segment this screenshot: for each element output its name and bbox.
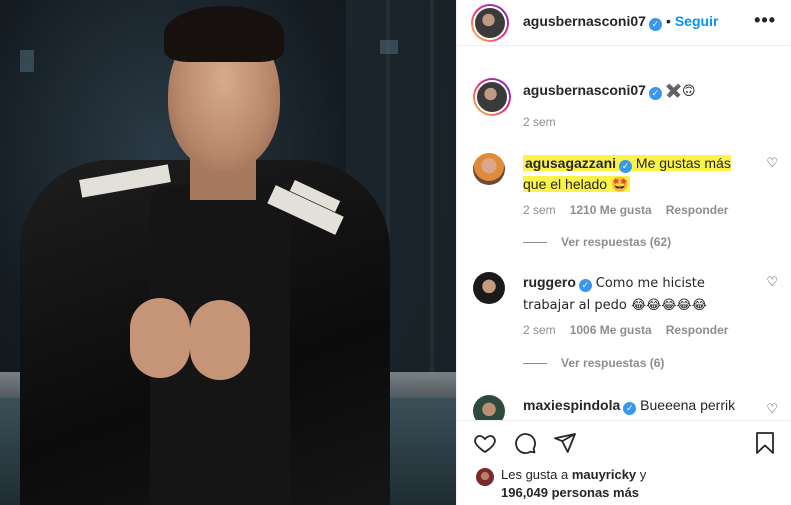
separator-dot: • <box>665 13 671 29</box>
photo-hair <box>164 6 284 62</box>
header-user-line: agusbernasconi07 ✓ • Seguir <box>523 13 718 31</box>
comment-body: ruggero ✓ Como me hiciste trabajar al ped… <box>523 272 753 316</box>
comment-username[interactable]: agusagazzani <box>525 155 616 171</box>
commenter-avatar[interactable] <box>473 272 505 304</box>
comment-like-heart-icon[interactable]: ♡ <box>766 401 778 417</box>
comment-item: maxiespindola ✓ Bueeena perrik ♡ <box>473 395 778 420</box>
action-bar: Les gusta a mauyricky y 196,049 personas… <box>457 420 791 505</box>
comment-meta: 2 sem 1006 Me gusta Responder <box>523 323 742 337</box>
comment-like-count[interactable]: 1210 Me gusta <box>570 203 652 217</box>
follow-button[interactable]: Seguir <box>675 13 719 29</box>
view-replies-button[interactable]: Ver respuestas (6) <box>523 356 664 370</box>
caption-avatar[interactable] <box>473 78 511 116</box>
photo-window-light <box>380 40 398 54</box>
comment-like-heart-icon[interactable]: ♡ <box>766 155 778 171</box>
more-options-icon[interactable]: ••• <box>754 10 776 31</box>
comment-username[interactable]: ruggero <box>523 274 576 290</box>
caption-time[interactable]: 2 sem <box>523 115 556 129</box>
comment-body: agusagazzani ✓ Me gustas más que el helad… <box>523 153 753 195</box>
likes-prefix: Les gusta a <box>501 467 569 482</box>
author-username[interactable]: agusbernasconi07 <box>523 13 646 29</box>
caption-meta: 2 sem <box>523 115 570 129</box>
likes-user[interactable]: mauyricky <box>572 467 636 482</box>
liker-avatar[interactable] <box>475 467 495 487</box>
post-photo[interactable] <box>0 0 456 505</box>
paper-plane-icon[interactable] <box>553 431 577 455</box>
comment-item: ruggero ✓ Como me hiciste trabajar al ped… <box>473 272 778 372</box>
caption-body: agusbernasconi07 ✓ ✖️🙃 <box>523 80 753 102</box>
photo-hand-left <box>130 298 190 378</box>
comment-body: maxiespindola ✓ Bueeena perrik <box>523 395 753 416</box>
verified-badge-icon: ✓ <box>623 402 637 415</box>
likes-count[interactable]: 196,049 personas más <box>501 485 639 500</box>
comment-like-count[interactable]: 1006 Me gusta <box>570 323 652 337</box>
comment-bubble-icon[interactable] <box>513 431 537 455</box>
comment-like-heart-icon[interactable]: ♡ <box>766 274 778 290</box>
photo-hand-right <box>190 300 250 380</box>
comment-text: Bueeena perrik <box>640 397 736 413</box>
heart-icon[interactable] <box>473 431 497 455</box>
bookmark-icon[interactable] <box>753 431 777 455</box>
caption: agusbernasconi07 ✓ ✖️🙃 2 sem <box>473 78 778 138</box>
comment-meta: 2 sem 1210 Me gusta Responder <box>523 203 742 217</box>
comment-time[interactable]: 2 sem <box>523 203 556 217</box>
comment-username[interactable]: maxiespindola <box>523 397 620 413</box>
commenter-avatar[interactable] <box>473 395 505 420</box>
comment-time[interactable]: 2 sem <box>523 323 556 337</box>
verified-badge-icon: ✓ <box>578 279 592 292</box>
caption-text: ✖️🙃 <box>665 84 696 99</box>
replies-divider-line <box>523 363 547 365</box>
post-header: agusbernasconi07 ✓ • Seguir ••• <box>457 0 791 46</box>
view-replies-button[interactable]: Ver respuestas (62) <box>523 235 671 249</box>
author-avatar[interactable] <box>471 4 509 42</box>
commenter-avatar[interactable] <box>473 153 505 185</box>
comment-item: agusagazzani ✓ Me gustas más que el helad… <box>473 153 778 253</box>
verified-badge-icon: ✓ <box>648 18 662 31</box>
view-replies-label: Ver respuestas (6) <box>561 356 665 370</box>
view-replies-label: Ver respuestas (62) <box>561 235 672 249</box>
verified-badge-icon: ✓ <box>619 160 633 173</box>
reply-button[interactable]: Responder <box>666 203 729 217</box>
reply-button[interactable]: Responder <box>666 323 729 337</box>
post-side-panel: agusbernasconi07 ✓ • Seguir ••• agusbernasc… <box>456 0 791 505</box>
caption-username[interactable]: agusbernasconi07 <box>523 82 646 98</box>
replies-divider-line <box>523 242 547 244</box>
photo-window-light <box>20 50 34 72</box>
likes-conj: y <box>639 467 647 482</box>
verified-badge-icon: ✓ <box>648 87 662 100</box>
likes-summary: Les gusta a mauyricky y 196,049 personas… <box>501 466 646 502</box>
